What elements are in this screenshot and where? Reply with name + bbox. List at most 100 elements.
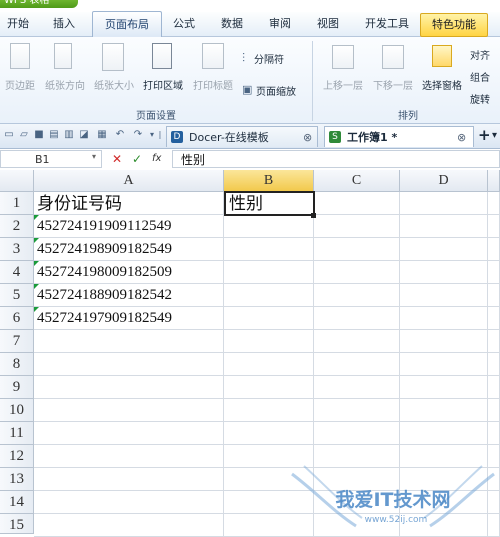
- separator-button[interactable]: 分隔符: [254, 51, 302, 66]
- orientation-button[interactable]: 纸张方向: [42, 77, 88, 92]
- tab-docer-templates[interactable]: D Docer-在线模板 ⊗: [166, 126, 318, 147]
- cell-a4[interactable]: 452724198009182509: [34, 261, 224, 284]
- row-header-2[interactable]: 2: [0, 215, 34, 238]
- cell-a10[interactable]: [34, 399, 224, 422]
- row-header-4[interactable]: 4: [0, 261, 34, 284]
- tab-formulas[interactable]: 公式: [166, 13, 202, 35]
- cell-d3[interactable]: [400, 238, 488, 261]
- print-icon[interactable]: ▥: [63, 129, 75, 141]
- open-folder-icon[interactable]: ▱: [18, 129, 30, 141]
- redo-icon[interactable]: ↷: [132, 129, 144, 141]
- column-header-a[interactable]: A: [34, 170, 224, 192]
- cell-d7[interactable]: [400, 330, 488, 353]
- cell-b2[interactable]: [224, 215, 314, 238]
- row-header-7[interactable]: 7: [0, 330, 34, 353]
- insert-function-icon[interactable]: fx: [152, 151, 161, 167]
- cell-d11[interactable]: [400, 422, 488, 445]
- cell-a8[interactable]: [34, 353, 224, 376]
- row-header-15[interactable]: 15: [0, 514, 34, 534]
- cell-e8[interactable]: [488, 353, 500, 376]
- cell-b8[interactable]: [224, 353, 314, 376]
- cell-a11[interactable]: [34, 422, 224, 445]
- send-backward-button[interactable]: 下移一层: [368, 77, 418, 92]
- row-header-12[interactable]: 12: [0, 445, 34, 468]
- cell-c10[interactable]: [314, 399, 400, 422]
- row-header-11[interactable]: 11: [0, 422, 34, 445]
- tab-review[interactable]: 审阅: [262, 13, 298, 35]
- cell-c5[interactable]: [314, 284, 400, 307]
- cell-d4[interactable]: [400, 261, 488, 284]
- add-tab-button[interactable]: +: [478, 126, 491, 145]
- cell-d6[interactable]: [400, 307, 488, 330]
- cell-a9[interactable]: [34, 376, 224, 399]
- selection-pane-button[interactable]: 选择窗格: [418, 77, 466, 92]
- row-header-8[interactable]: 8: [0, 353, 34, 376]
- cell-e2[interactable]: [488, 215, 500, 238]
- cell-c3[interactable]: [314, 238, 400, 261]
- cell-a1[interactable]: 身份证号码: [34, 192, 224, 215]
- format-painter-icon[interactable]: ▦: [96, 129, 108, 141]
- close-workbook-tab-icon[interactable]: ⊗: [457, 127, 466, 148]
- tab-home[interactable]: 开始: [0, 13, 36, 35]
- cell-e5[interactable]: [488, 284, 500, 307]
- row-header-1[interactable]: 1: [0, 192, 34, 215]
- name-box[interactable]: B1: [0, 150, 102, 168]
- cell-a13[interactable]: [34, 468, 224, 491]
- tab-workbook[interactable]: S 工作簿1 * ⊗: [324, 126, 474, 147]
- tab-menu-arrow-icon[interactable]: ▾: [492, 126, 497, 145]
- column-header-e[interactable]: [488, 170, 500, 192]
- cell-a6[interactable]: 452724197909182549: [34, 307, 224, 330]
- cell-d2[interactable]: [400, 215, 488, 238]
- cell-b11[interactable]: [224, 422, 314, 445]
- row-header-5[interactable]: 5: [0, 284, 34, 307]
- cell-d1[interactable]: [400, 192, 488, 215]
- app-badge[interactable]: WPS 表格: [0, 0, 78, 8]
- bring-forward-button[interactable]: 上移一层: [318, 77, 368, 92]
- cell-e10[interactable]: [488, 399, 500, 422]
- undo-icon[interactable]: ↶: [114, 129, 126, 141]
- fill-handle[interactable]: [311, 213, 316, 218]
- cell-c9[interactable]: [314, 376, 400, 399]
- row-header-14[interactable]: 14: [0, 491, 34, 514]
- tab-developer[interactable]: 开发工具: [356, 13, 418, 35]
- group-button[interactable]: 组合: [470, 69, 500, 84]
- cell-a3[interactable]: 452724198909182549: [34, 238, 224, 261]
- cell-b4[interactable]: [224, 261, 314, 284]
- close-tab-icon[interactable]: ⊗: [303, 127, 312, 148]
- row-header-10[interactable]: 10: [0, 399, 34, 422]
- cell-b7[interactable]: [224, 330, 314, 353]
- cell-e11[interactable]: [488, 422, 500, 445]
- column-header-c[interactable]: C: [314, 170, 400, 192]
- cell-a14[interactable]: [34, 491, 224, 514]
- tab-page-layout[interactable]: 页面布局: [92, 11, 162, 37]
- select-all-corner[interactable]: [0, 170, 34, 192]
- cell-e6[interactable]: [488, 307, 500, 330]
- spellcheck-icon[interactable]: ◪: [78, 129, 90, 141]
- cell-b1[interactable]: 性别: [224, 191, 315, 216]
- tab-data[interactable]: 数据: [214, 13, 250, 35]
- tab-insert[interactable]: 插入: [44, 13, 84, 35]
- cell-b10[interactable]: [224, 399, 314, 422]
- cell-a7[interactable]: [34, 330, 224, 353]
- cell-c6[interactable]: [314, 307, 400, 330]
- row-header-3[interactable]: 3: [0, 238, 34, 261]
- cell-c2[interactable]: [314, 215, 400, 238]
- cell-b6[interactable]: [224, 307, 314, 330]
- new-file-icon[interactable]: ▭: [3, 129, 15, 141]
- confirm-edit-icon[interactable]: ✓: [132, 151, 142, 167]
- cell-e7[interactable]: [488, 330, 500, 353]
- row-header-9[interactable]: 9: [0, 376, 34, 399]
- cell-c8[interactable]: [314, 353, 400, 376]
- name-box-dropdown-icon[interactable]: ▾: [92, 152, 96, 161]
- save-icon[interactable]: ■: [33, 129, 45, 141]
- cell-d10[interactable]: [400, 399, 488, 422]
- row-header-6[interactable]: 6: [0, 307, 34, 330]
- rotate-button[interactable]: 旋转: [470, 91, 500, 106]
- cell-a12[interactable]: [34, 445, 224, 468]
- formula-input[interactable]: 性别: [172, 150, 500, 168]
- cell-b9[interactable]: [224, 376, 314, 399]
- cell-d9[interactable]: [400, 376, 488, 399]
- cell-c11[interactable]: [314, 422, 400, 445]
- cell-c1[interactable]: [314, 192, 400, 215]
- margins-button[interactable]: 页边距: [0, 77, 40, 92]
